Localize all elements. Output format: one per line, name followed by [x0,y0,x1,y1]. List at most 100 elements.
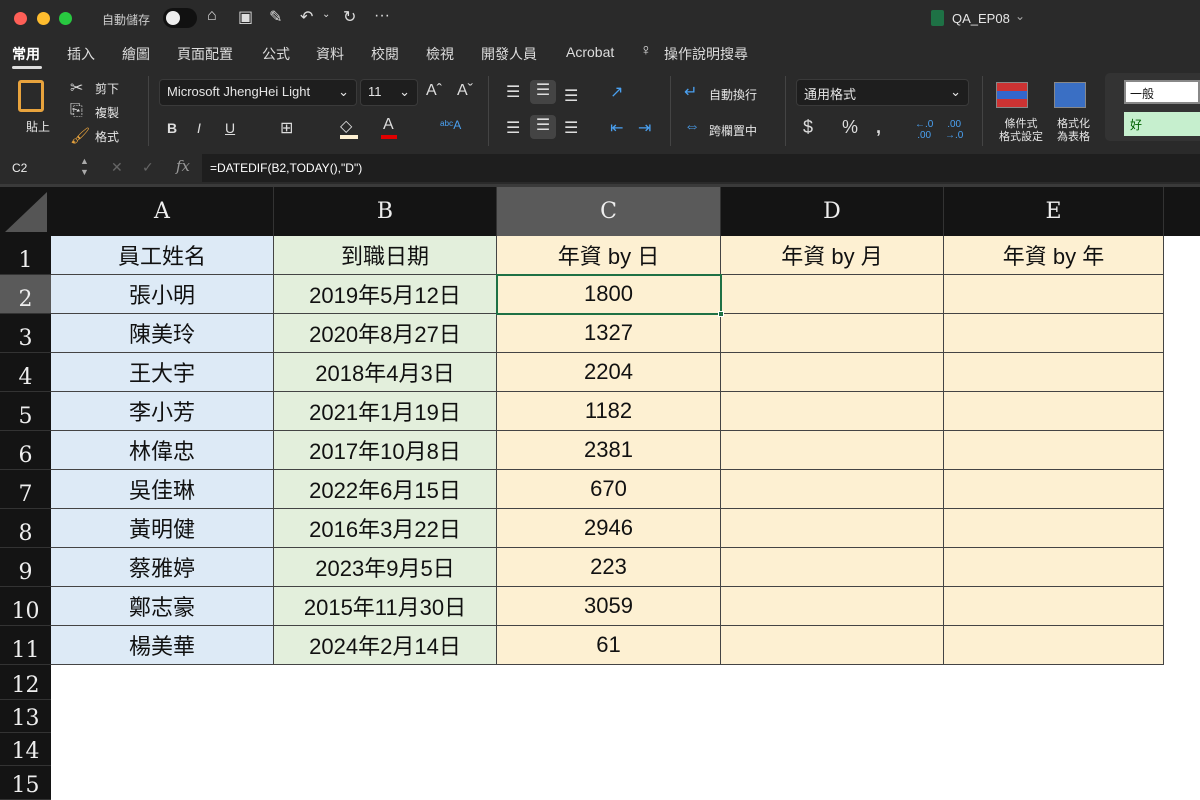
cell-a8[interactable]: 黃明健 [51,509,274,548]
italic-icon[interactable]: I [197,120,201,136]
cell-e6[interactable] [944,431,1164,470]
cancel-icon[interactable]: ✕ [111,159,123,176]
currency-icon[interactable]: $ [803,117,813,138]
formula-input[interactable]: =DATEDIF(B2,TODAY(),"D") [202,154,1200,182]
borders-icon[interactable]: ⊞ [280,118,293,138]
tab-data[interactable]: 資料 [316,44,344,64]
increase-indent-icon[interactable]: ⇥ [638,118,651,138]
cell-e3[interactable] [944,314,1164,353]
cell-a7[interactable]: 吳佳琳 [51,470,274,509]
comma-icon[interactable]: , [876,117,881,138]
column-header-b[interactable]: B [274,187,497,236]
cell-d1[interactable]: 年資 by 月 [721,236,944,275]
style-good[interactable]: 好 [1124,112,1200,136]
cell-b11[interactable]: 2024年2月14日 [274,626,497,665]
row-header-7[interactable]: 7 [0,470,51,509]
paste-label[interactable]: 貼上 [26,118,50,135]
cut-icon[interactable]: ✂ [70,78,83,98]
font-color-icon[interactable]: A [383,116,394,134]
bold-icon[interactable]: B [167,120,177,136]
cell-d8[interactable] [721,509,944,548]
style-normal[interactable]: 一般 [1124,80,1200,104]
cell-e8[interactable] [944,509,1164,548]
column-header-a[interactable]: A [51,187,274,236]
format-as-table-icon[interactable] [1054,82,1086,108]
cell-a6[interactable]: 林偉忠 [51,431,274,470]
align-left-icon[interactable]: ☰ [506,118,520,138]
align-middle-icon[interactable]: ☰ [530,80,556,104]
column-header-e[interactable]: E [944,187,1164,236]
row-header-3[interactable]: 3 [0,314,51,353]
row-header-4[interactable]: 4 [0,353,51,392]
file-menu-chevron-icon[interactable]: ⌄ [1015,9,1025,23]
more-icon[interactable]: ··· [374,7,390,25]
cell-d2[interactable] [721,275,944,314]
row-header-13[interactable]: 13 [0,700,51,733]
cell-c4[interactable]: 2204 [497,353,721,392]
cell-e11[interactable] [944,626,1164,665]
cell-a3[interactable]: 陳美玲 [51,314,274,353]
cell-a9[interactable]: 蔡雅婷 [51,548,274,587]
cell-c7[interactable]: 670 [497,470,721,509]
number-format-select[interactable]: 通用格式 ⌄ [796,79,969,106]
cell-b3[interactable]: 2020年8月27日 [274,314,497,353]
close-window-button[interactable] [14,12,27,25]
cell-c8[interactable]: 2946 [497,509,721,548]
cell-e7[interactable] [944,470,1164,509]
font-size-select[interactable]: 11 ⌄ [360,79,418,106]
cell-a2[interactable]: 張小明 [51,275,274,314]
cell-c11[interactable]: 61 [497,626,721,665]
cell-d7[interactable] [721,470,944,509]
cell-b8[interactable]: 2016年3月22日 [274,509,497,548]
row-header-15[interactable]: 15 [0,766,51,800]
cell-c3[interactable]: 1327 [497,314,721,353]
cell-b7[interactable]: 2022年6月15日 [274,470,497,509]
maximize-window-button[interactable] [59,12,72,25]
row-header-9[interactable]: 9 [0,548,51,587]
name-box-stepper-icon[interactable]: ▲ ▼ [80,156,89,178]
align-bottom-icon[interactable]: ☰ [564,86,578,106]
row-header-14[interactable]: 14 [0,733,51,766]
tab-view[interactable]: 檢視 [426,44,454,64]
minimize-window-button[interactable] [37,12,50,25]
cell-e2[interactable] [944,275,1164,314]
align-center-icon[interactable]: ☰ [530,115,556,139]
conditional-format-icon[interactable] [996,82,1028,108]
paste-icon[interactable] [18,80,44,112]
decrease-decimal-icon[interactable]: .00 →.0 [945,119,963,141]
cell-d3[interactable] [721,314,944,353]
percent-icon[interactable]: % [842,117,858,138]
row-header-5[interactable]: 5 [0,392,51,431]
wrap-text-icon[interactable]: ↵ [684,82,697,102]
cell-e1[interactable]: 年資 by 年 [944,236,1164,275]
save-as-icon[interactable]: ✎ [269,7,282,27]
cell-c9[interactable]: 223 [497,548,721,587]
copy-icon[interactable]: ⎘ [70,102,83,120]
cell-b9[interactable]: 2023年9月5日 [274,548,497,587]
fill-handle[interactable] [718,311,724,317]
row-header-6[interactable]: 6 [0,431,51,470]
cell-d6[interactable] [721,431,944,470]
cell-e4[interactable] [944,353,1164,392]
cell-c1[interactable]: 年資 by 日 [497,236,721,275]
tab-insert[interactable]: 插入 [67,44,95,64]
wrap-text-label[interactable]: 自動換行 [709,86,757,103]
tab-developer[interactable]: 開發人員 [481,44,537,64]
cell-a1[interactable]: 員工姓名 [51,236,274,275]
cell-c10[interactable]: 3059 [497,587,721,626]
cell-c5[interactable]: 1182 [497,392,721,431]
merge-center-icon[interactable]: ⇔ [684,118,700,136]
tab-draw[interactable]: 繪圖 [122,44,150,64]
increase-decimal-icon[interactable]: ←.0.00 [915,119,933,141]
fill-color-icon[interactable]: ◇ [340,116,352,136]
row-header-10[interactable]: 10 [0,587,51,626]
cell-e10[interactable] [944,587,1164,626]
underline-icon[interactable]: U [225,120,235,136]
cell-d11[interactable] [721,626,944,665]
save-icon[interactable]: ▣ [238,7,253,27]
merge-center-label[interactable]: 跨欄置中 [709,122,757,139]
copy-label[interactable]: 複製 [95,104,119,121]
cell-d10[interactable] [721,587,944,626]
cell-d5[interactable] [721,392,944,431]
cell-b5[interactable]: 2021年1月19日 [274,392,497,431]
